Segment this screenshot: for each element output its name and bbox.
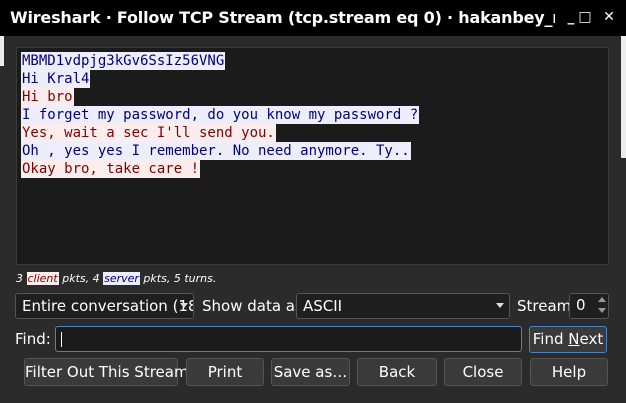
server-stream-line: I forget my password, do you know my pas…	[21, 106, 420, 124]
save-as-button[interactable]: Save as…	[271, 358, 350, 386]
stream-label: Stream	[517, 297, 572, 315]
client-packet-count: 3	[16, 272, 23, 285]
find-input[interactable]	[55, 326, 522, 352]
stats-end-text: pkts, 5 turns.	[139, 272, 217, 285]
maximize-icon[interactable]: □	[574, 6, 596, 28]
filter-out-stream-button[interactable]: Filter Out This Stream	[24, 358, 189, 386]
conversation-select-value: Entire conversation (189 bytes)	[22, 297, 193, 315]
chevron-down-icon	[180, 303, 188, 308]
follow-tcp-stream-window: Wireshark · Follow TCP Stream (tcp.strea…	[0, 0, 626, 403]
client-label: client	[26, 272, 59, 285]
find-next-label-start: Find	[532, 330, 569, 348]
conversation-select[interactable]: Entire conversation (189 bytes)	[15, 293, 194, 319]
stream-number-value: 0	[576, 296, 586, 314]
stream-content-area[interactable]: MBMD1vdpjg3kGv6SsIz56VNG Hi Kral4 Hi bro…	[16, 47, 609, 265]
server-stream-line: Hi Kral4	[21, 70, 91, 88]
show-data-select[interactable]: ASCII	[296, 293, 510, 319]
client-stream-line: Hi bro	[21, 88, 74, 106]
close-icon[interactable]: ✕	[598, 6, 620, 28]
show-data-label: Show data as	[202, 297, 303, 315]
show-data-select-value: ASCII	[303, 297, 343, 315]
server-stream-line: Oh , yes yes I remember. No need anymore…	[21, 142, 411, 160]
find-next-mnemonic: N	[568, 330, 580, 348]
left-edge-highlight	[0, 36, 4, 66]
back-button[interactable]: Back	[357, 358, 437, 386]
find-label: Find:	[15, 330, 51, 348]
find-next-button[interactable]: Find Next	[529, 326, 607, 353]
client-stream-line: Okay bro, take care !	[21, 160, 201, 178]
window-title: Wireshark · Follow TCP Stream (tcp.strea…	[10, 8, 555, 27]
client-stream-line: Yes, wait a sec I'll send you.	[21, 124, 276, 142]
server-label: server	[103, 272, 140, 285]
find-next-label-end: ext	[579, 330, 604, 348]
spin-up-icon[interactable]	[598, 297, 606, 302]
title-bar[interactable]: Wireshark · Follow TCP Stream (tcp.strea…	[0, 0, 626, 36]
help-button[interactable]: Help	[530, 358, 608, 386]
chevron-down-icon	[496, 303, 504, 308]
close-button[interactable]: Close	[444, 358, 522, 386]
text-cursor	[61, 332, 62, 347]
server-stream-line: MBMD1vdpjg3kGv6SsIz56VNG	[21, 52, 226, 70]
spin-down-icon[interactable]	[598, 308, 606, 313]
print-button[interactable]: Print	[186, 358, 264, 386]
stats-middle-text: pkts, 4	[58, 272, 104, 285]
stream-stats: 3 client pkts, 4 server pkts, 5 turns.	[16, 272, 216, 285]
stream-number-spinbox[interactable]: 0	[569, 293, 609, 319]
right-edge-highlight	[621, 36, 626, 158]
